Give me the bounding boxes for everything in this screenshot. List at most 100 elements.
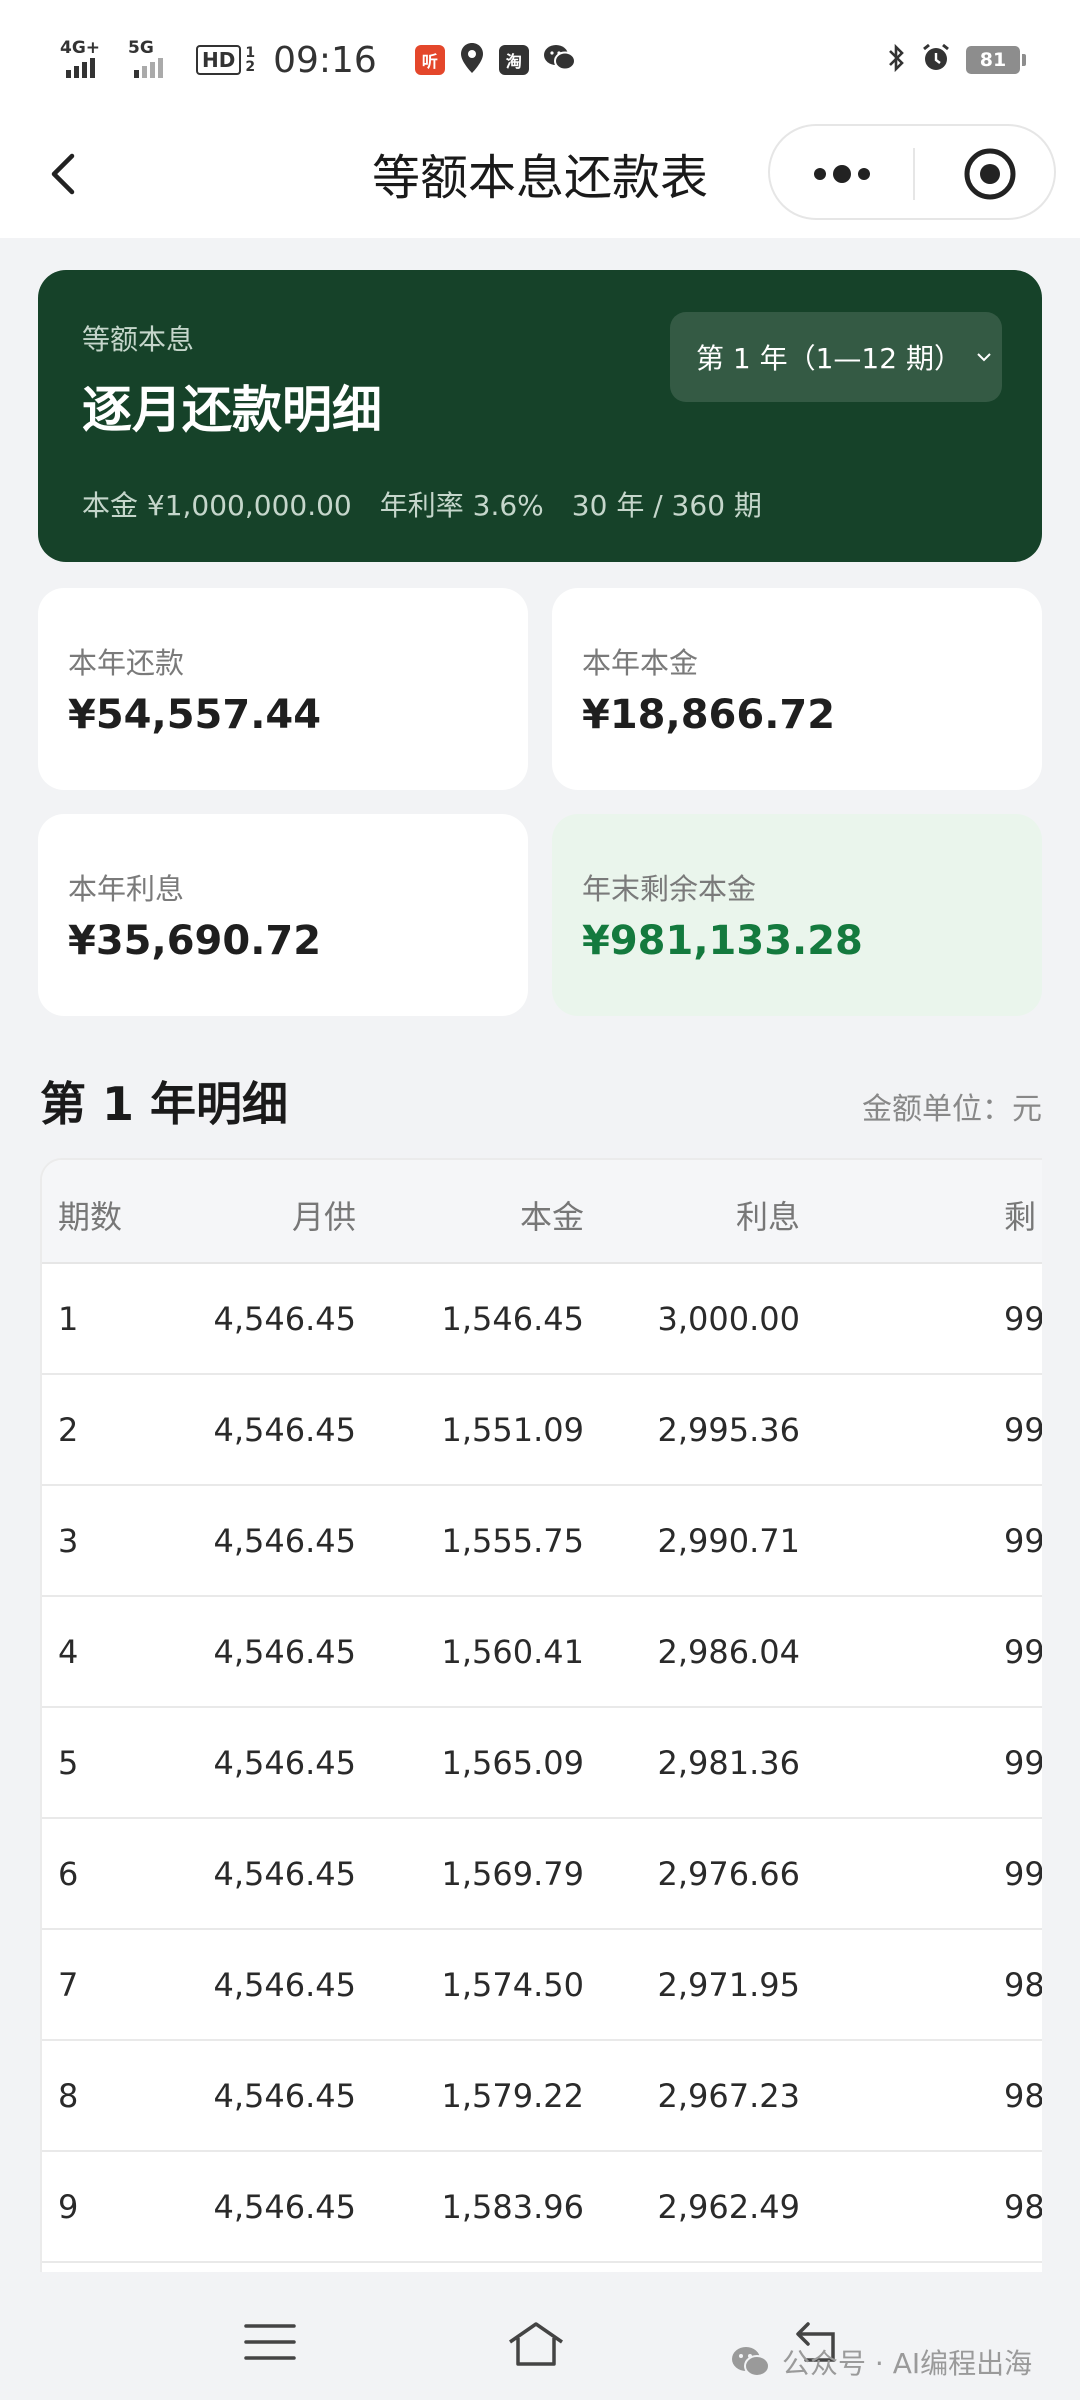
row-period-cell: 4 bbox=[58, 1633, 79, 1671]
menu-icon bbox=[244, 2324, 296, 2360]
stat-value: ¥18,866.72 bbox=[582, 692, 836, 738]
bluetooth-icon bbox=[886, 42, 906, 78]
stat-value: ¥35,690.72 bbox=[68, 918, 322, 964]
table-header: 期数 月供 本金 利息 剩 bbox=[42, 1160, 1042, 1264]
row-principal-cell: 1,560.41 bbox=[441, 1633, 585, 1671]
table-row: 9 4,546.45 1,583.96 2,962.49 98 bbox=[42, 2152, 1042, 2263]
unit-label: 金额单位：元 bbox=[862, 1092, 1042, 1127]
header-period: 期数 bbox=[58, 1198, 123, 1236]
close-miniprogram-button[interactable] bbox=[962, 146, 1018, 202]
row-remaining-cell: 98 bbox=[1004, 1966, 1042, 2004]
row-interest-cell: 2,967.23 bbox=[657, 2077, 801, 2115]
signal-4g-icon: 4G+ bbox=[60, 38, 114, 82]
table-row: 3 4,546.45 1,555.75 2,990.71 99 bbox=[42, 1486, 1042, 1597]
row-monthly-payment-cell: 4,546.45 bbox=[213, 1522, 357, 1560]
map-pin-icon bbox=[459, 42, 485, 78]
target-icon bbox=[964, 148, 1016, 200]
home-icon bbox=[509, 2322, 563, 2366]
network-label-2: 5G bbox=[128, 38, 154, 58]
section-title: 第 1 年明细 bbox=[40, 1077, 289, 1131]
row-principal-cell: 1,569.79 bbox=[441, 1855, 585, 1893]
row-monthly-payment-cell: 4,546.45 bbox=[213, 2188, 357, 2226]
row-principal-cell: 1,574.50 bbox=[441, 1966, 585, 2004]
row-period-cell: 6 bbox=[58, 1855, 79, 1893]
row-principal-cell: 1,551.09 bbox=[441, 1411, 585, 1449]
row-interest-cell: 2,971.95 bbox=[657, 1966, 801, 2004]
principal-text: 本金 ¥1,000,000.00 bbox=[82, 489, 352, 522]
row-remaining-cell: 98 bbox=[1004, 2188, 1042, 2226]
row-interest-cell: 2,981.36 bbox=[657, 1744, 801, 1782]
table-row: 8 4,546.45 1,579.22 2,967.23 98 bbox=[42, 2041, 1042, 2152]
row-monthly-payment-cell: 4,546.45 bbox=[213, 1411, 357, 1449]
stat-label: 本年还款 bbox=[68, 646, 185, 680]
table-row: 6 4,546.45 1,569.79 2,976.66 99 bbox=[42, 1819, 1042, 1930]
row-interest-cell: 2,976.66 bbox=[657, 1855, 801, 1893]
capsule-divider bbox=[913, 148, 915, 200]
row-period-cell: 3 bbox=[58, 1522, 79, 1560]
taobao-app-icon: 淘 bbox=[498, 45, 529, 75]
loan-meta: 本金 ¥1,000,000.00 年利率 3.6% 30 年 / 360 期 bbox=[82, 484, 762, 524]
row-principal-cell: 1,583.96 bbox=[441, 2188, 585, 2226]
home-button[interactable] bbox=[504, 2312, 564, 2372]
row-period-cell: 2 bbox=[58, 1411, 79, 1449]
row-interest-cell: 2,990.71 bbox=[657, 1522, 801, 1560]
mini-program-capsule bbox=[768, 124, 1056, 220]
row-remaining-cell: 99 bbox=[1004, 1633, 1042, 1671]
header-monthly-payment: 月供 bbox=[291, 1198, 356, 1236]
stat-card-annual-principal: 本年本金 ¥18,866.72 bbox=[552, 588, 1042, 790]
row-interest-cell: 2,995.36 bbox=[657, 1411, 801, 1449]
table-row: 7 4,546.45 1,574.50 2,971.95 98 bbox=[42, 1930, 1042, 2041]
row-period-cell: 9 bbox=[58, 2188, 79, 2226]
table-row: 1 4,546.45 1,546.45 3,000.00 99 bbox=[42, 1264, 1042, 1375]
table-row: 2 4,546.45 1,551.09 2,995.36 99 bbox=[42, 1375, 1042, 1486]
listen-app-icon: 听 bbox=[414, 45, 445, 75]
signal-5g-icon: 5G bbox=[128, 38, 182, 82]
battery-icon: 81 bbox=[966, 46, 1026, 74]
status-bar: 4G+ 5G HD 1 2 09:16 听 淘 81 bbox=[0, 0, 1080, 118]
header-interest: 利息 bbox=[735, 1198, 800, 1236]
row-remaining-cell: 99 bbox=[1004, 1411, 1042, 1449]
summary-hero-card: 等额本息 逐月还款明细 第 1 年（1—12 期） 本金 ¥1,000,000.… bbox=[38, 270, 1042, 562]
row-monthly-payment-cell: 4,546.45 bbox=[213, 2077, 357, 2115]
year-selector[interactable]: 第 1 年（1—12 期） bbox=[670, 312, 1002, 402]
row-interest-cell: 3,000.00 bbox=[657, 1300, 801, 1338]
row-interest-cell: 2,986.04 bbox=[657, 1633, 801, 1671]
row-remaining-cell: 99 bbox=[1004, 1300, 1042, 1338]
stat-label: 本年本金 bbox=[582, 646, 699, 680]
year-selector-label: 第 1 年（1—12 期） bbox=[696, 342, 962, 375]
menu-button[interactable] bbox=[240, 2312, 300, 2372]
more-button[interactable] bbox=[806, 160, 878, 188]
wechat-logo-icon bbox=[732, 2347, 770, 2377]
stat-card-annual-payment: 本年还款 ¥54,557.44 bbox=[38, 588, 528, 790]
header-remaining: 剩 bbox=[1004, 1198, 1037, 1236]
row-period-cell: 8 bbox=[58, 2077, 79, 2115]
row-remaining-cell: 98 bbox=[1004, 2077, 1042, 2115]
more-dots-icon bbox=[814, 165, 870, 183]
hd-sub-label: 1 2 bbox=[245, 45, 256, 75]
hd-icon: HD bbox=[196, 45, 242, 75]
schedule-table[interactable]: 期数 月供 本金 利息 剩 1 4,546.45 1,546.45 3,000.00 9… bbox=[40, 1158, 1042, 2278]
row-interest-cell: 2,962.49 bbox=[657, 2188, 801, 2226]
nav-bar: 等额本息还款表 bbox=[0, 118, 1080, 238]
row-monthly-payment-cell: 4,546.45 bbox=[213, 1300, 357, 1338]
row-principal-cell: 1,555.75 bbox=[441, 1522, 585, 1560]
row-period-cell: 7 bbox=[58, 1966, 79, 2004]
clock: 09:16 bbox=[273, 39, 377, 81]
network-label-1: 4G+ bbox=[60, 38, 101, 58]
watermark-text: 公众号 · AI编程出海 bbox=[782, 2347, 1033, 2380]
header-principal: 本金 bbox=[519, 1198, 584, 1236]
repayment-method-label: 等额本息 bbox=[82, 323, 195, 356]
chevron-down-icon bbox=[977, 353, 991, 362]
row-monthly-payment-cell: 4,546.45 bbox=[213, 1855, 357, 1893]
row-principal-cell: 1,565.09 bbox=[441, 1744, 585, 1782]
rate-text: 年利率 3.6% bbox=[379, 489, 544, 522]
stat-card-annual-interest: 本年利息 ¥35,690.72 bbox=[38, 814, 528, 1016]
row-remaining-cell: 99 bbox=[1004, 1744, 1042, 1782]
table-row: 4 4,546.45 1,560.41 2,986.04 99 bbox=[42, 1597, 1042, 1708]
row-remaining-cell: 99 bbox=[1004, 1522, 1042, 1560]
row-monthly-payment-cell: 4,546.45 bbox=[213, 1633, 357, 1671]
table-row: 5 4,546.45 1,565.09 2,981.36 99 bbox=[42, 1708, 1042, 1819]
term-text: 30 年 / 360 期 bbox=[571, 489, 762, 522]
row-monthly-payment-cell: 4,546.45 bbox=[213, 1966, 357, 2004]
watermark: 公众号 · AI编程出海 bbox=[730, 2342, 1032, 2382]
